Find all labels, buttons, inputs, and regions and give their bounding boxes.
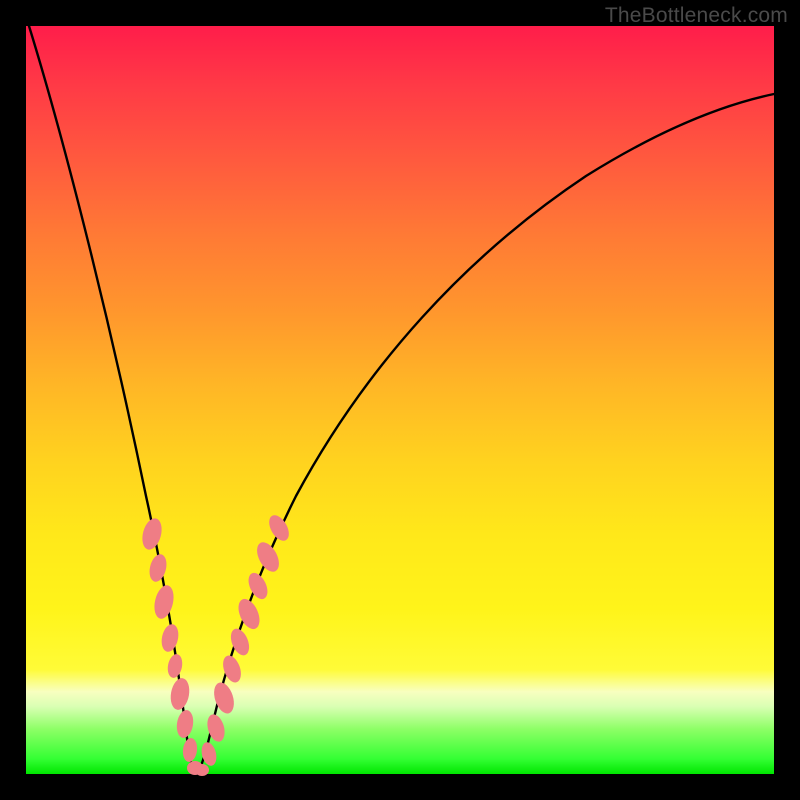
chart-svg: [26, 26, 774, 774]
watermark-text: TheBottleneck.com: [605, 4, 788, 28]
plot-area: [26, 26, 774, 774]
marker-group: [139, 512, 293, 776]
bottleneck-curve: [29, 26, 774, 773]
chart-frame: TheBottleneck.com: [0, 0, 800, 800]
